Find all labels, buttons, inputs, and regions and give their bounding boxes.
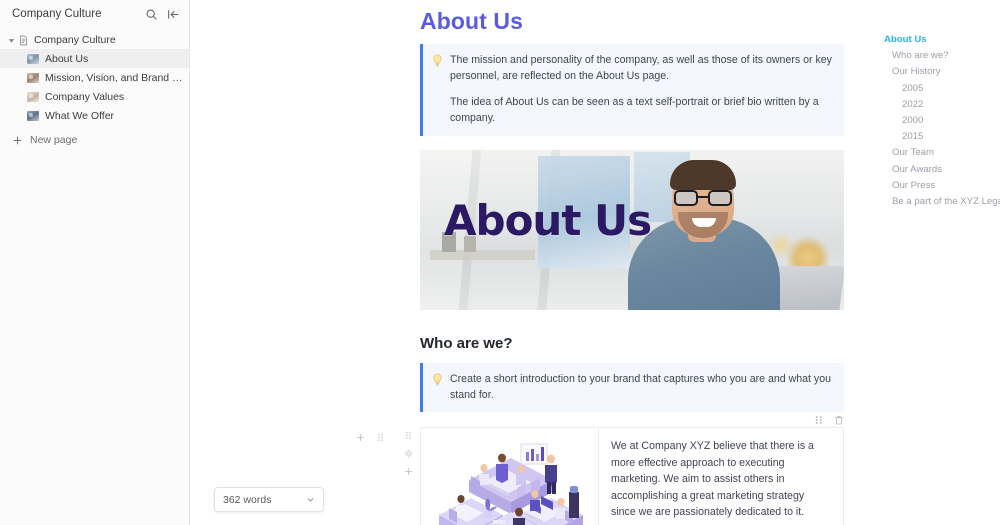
block-gutter-left-controls — [356, 433, 385, 442]
two-column-block: We at Company XYZ believe that there is … — [420, 427, 844, 525]
sidebar-item-label: Mission, Vision, and Brand Promise — [45, 71, 189, 84]
toc-item-our-awards[interactable]: Our Awards — [892, 162, 1000, 178]
sidebar-header: Company Culture — [0, 0, 189, 28]
intro-paragraph-2: The idea of About Us can be seen as a te… — [450, 96, 819, 124]
block-column-illustration — [421, 428, 599, 525]
sidebar-item-label: About Us — [45, 52, 89, 65]
sidebar-item-what-we-offer[interactable]: What We Offer — [0, 106, 189, 125]
intro-callout: The mission and personality of the compa… — [420, 44, 844, 136]
toc-item-who-are-we[interactable]: Who are we? — [892, 48, 1000, 64]
search-icon[interactable] — [145, 8, 158, 21]
add-block-icon[interactable] — [356, 433, 365, 442]
page-thumbnail-icon — [27, 110, 39, 121]
toc-item-our-press[interactable]: Our Press — [892, 178, 1000, 194]
page-thumbnail-icon — [27, 53, 39, 64]
table-of-contents: About Us Who are we? Our History 2005 20… — [872, 0, 1000, 525]
word-count-selector[interactable]: 362 words — [214, 487, 324, 512]
new-page-label: New page — [30, 134, 78, 146]
section-callout: Create a short introduction to your bran… — [420, 363, 844, 412]
document-body: About Us The mission and personality of … — [357, 0, 844, 525]
page-tree: Company Culture About Us Mission, Vision… — [0, 28, 189, 150]
sidebar-item-label: What We Offer — [45, 109, 115, 122]
new-page-button[interactable]: New page — [0, 130, 189, 150]
toc-item-2015[interactable]: 2015 — [902, 129, 1000, 145]
section-heading: Who are we? — [420, 335, 513, 352]
chevron-down-icon[interactable] — [306, 495, 315, 504]
toc-item-our-history[interactable]: Our History — [892, 64, 1000, 80]
section-callout-text: Create a short introduction to your bran… — [450, 373, 832, 401]
toc-item-2000[interactable]: 2000 — [902, 113, 1000, 129]
drag-handle-icon[interactable] — [404, 431, 413, 440]
content-block-wrapper: We at Company XYZ believe that there is … — [357, 416, 844, 525]
collapse-sidebar-icon[interactable] — [167, 8, 180, 21]
sidebar-item-label: Company Values — [45, 90, 125, 103]
block-paragraph-1: We at Company XYZ believe that there is … — [611, 440, 814, 518]
toc-item-2022[interactable]: 2022 — [902, 97, 1000, 113]
page-thumbnail-icon — [27, 91, 39, 102]
hero-person-glasses-left — [674, 190, 698, 206]
isometric-office-illustration — [438, 443, 583, 525]
word-count-label: 362 words — [223, 493, 272, 506]
left-sidebar: Company Culture Company Culture About Us… — [0, 0, 190, 525]
document-icon — [19, 35, 28, 45]
workspace-title: Company Culture — [12, 8, 102, 20]
block-toolbar — [814, 415, 844, 425]
toc-item-2005[interactable]: 2005 — [902, 81, 1000, 97]
drag-handle-icon[interactable] — [814, 415, 824, 425]
main-content: About Us The mission and personality of … — [190, 0, 1000, 525]
hero-caption: About Us — [444, 196, 652, 245]
hero-person-hair — [670, 160, 736, 190]
chevron-down-icon[interactable] — [6, 35, 16, 45]
block-gutter-right-controls — [404, 431, 413, 476]
toc-item-about-us[interactable]: About Us — [884, 32, 1000, 48]
page-title: About Us — [420, 8, 524, 34]
sidebar-item-company-values[interactable]: Company Values — [0, 87, 189, 106]
section-callout-body: Create a short introduction to your bran… — [450, 372, 833, 403]
toc-item-xyz-legacy[interactable]: Be a part of the XYZ Legacy — [892, 194, 1000, 210]
sidebar-item-mission-vision-brand-promise[interactable]: Mission, Vision, and Brand Promise — [0, 68, 189, 87]
block-column-text: We at Company XYZ believe that there is … — [599, 428, 843, 525]
drag-handle-icon[interactable] — [376, 433, 385, 442]
hero-person-glasses-right — [708, 190, 732, 206]
hero-image: About Us — [420, 150, 844, 310]
app-window: Company Culture Company Culture About Us… — [0, 0, 1000, 525]
delete-icon[interactable] — [834, 415, 844, 425]
toc-item-our-team[interactable]: Our Team — [892, 145, 1000, 161]
plus-icon — [13, 136, 22, 144]
sidebar-item-about-us[interactable]: About Us — [0, 49, 189, 68]
intro-callout-body: The mission and personality of the compa… — [450, 53, 833, 126]
sidebar-header-actions — [145, 8, 180, 21]
tree-root-label: Company Culture — [34, 34, 116, 46]
page-thumbnail-icon — [27, 72, 39, 83]
add-block-icon[interactable] — [404, 467, 413, 476]
lightbulb-icon — [433, 54, 442, 67]
lightbulb-icon — [433, 373, 442, 386]
tree-root-company-culture[interactable]: Company Culture — [0, 31, 189, 49]
settings-gear-icon[interactable] — [404, 449, 413, 458]
hero-person-glasses-bridge — [698, 196, 708, 199]
intro-paragraph-1: The mission and personality of the compa… — [450, 54, 832, 82]
